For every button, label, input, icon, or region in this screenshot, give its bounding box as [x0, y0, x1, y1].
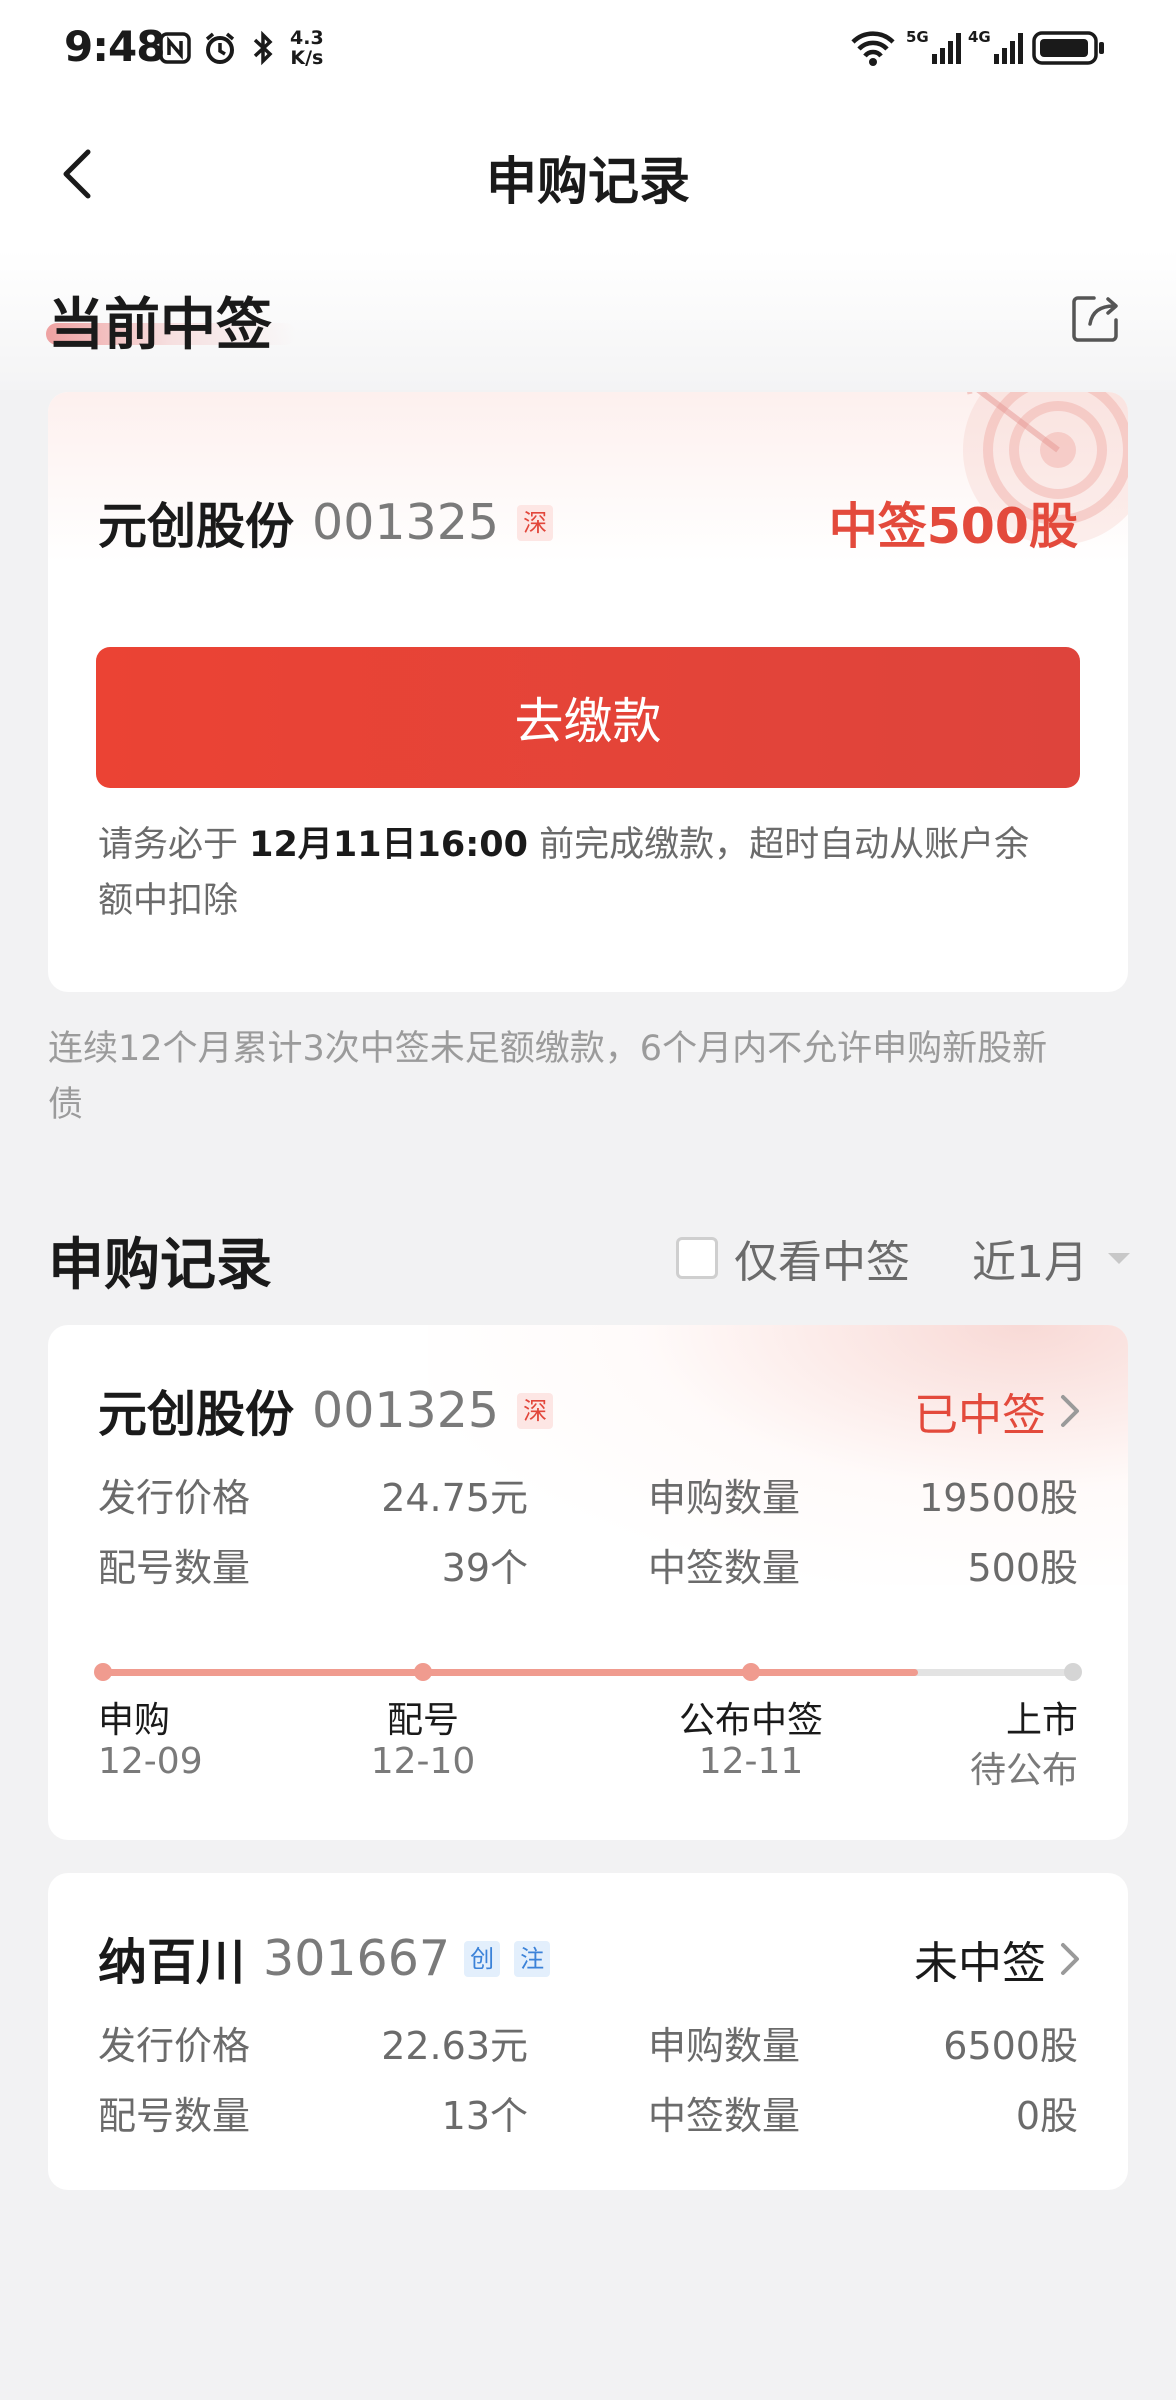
- stock-code: 001325: [312, 494, 500, 551]
- timeline-dot: [414, 1663, 432, 1681]
- record-stock-row: 纳百川 301667 创 注: [98, 1923, 551, 1994]
- only-won-label: 仅看中签: [734, 1237, 910, 1288]
- signal-5g-icon: 5G: [906, 28, 962, 68]
- current-stock-row: 元创股份 001325 深: [98, 487, 554, 558]
- triangle-down-icon: [1108, 1253, 1130, 1264]
- wifi-icon: [850, 28, 896, 68]
- payment-deadline: 12月11日16:00: [249, 825, 528, 865]
- market-tag: 创: [464, 1940, 501, 1977]
- registration-tag: 注: [514, 1940, 551, 1977]
- chevron-right-icon: [1061, 1943, 1079, 1975]
- subscribe-qty: 6500股: [943, 2024, 1078, 2068]
- signal-4g-icon: 4G: [968, 28, 1024, 68]
- timeline-step-date: 12-09: [98, 1741, 203, 1782]
- timeline-dot: [1064, 1663, 1082, 1681]
- record-status[interactable]: 已中签: [914, 1379, 1084, 1443]
- subscribe-qty-label: 申购数量: [648, 2024, 801, 2068]
- win-qty: 0股: [1015, 2094, 1078, 2138]
- battery-icon: [1032, 28, 1106, 68]
- stock-code: 301667: [263, 1930, 451, 1987]
- allot-count: 39个: [441, 1546, 528, 1590]
- status-label: 未中签: [914, 1938, 1046, 1989]
- win-qty: 500股: [967, 1546, 1078, 1590]
- nfc-icon: [158, 28, 192, 68]
- period-dropdown[interactable]: 近1月: [972, 1226, 1132, 1290]
- timeline-step-label: 配号: [386, 1700, 459, 1741]
- issue-price-label: 发行价格: [98, 2024, 251, 2068]
- payment-warning-note: 连续12个月累计3次中签未足额缴款，6个月内不允许申购新股新 债: [48, 1029, 1048, 1125]
- allot-count: 13个: [441, 2094, 528, 2138]
- timeline-step-label: 公布中签: [678, 1700, 823, 1741]
- bluetooth-icon: [250, 28, 276, 68]
- win-shares: 中签500股: [828, 498, 1078, 555]
- only-won-checkbox[interactable]: [676, 1237, 718, 1279]
- record-card-2[interactable]: 纳百川 301667 创 注 未中签 发行价格 22.63元 申购数量 6500…: [48, 1873, 1128, 2190]
- share-button[interactable]: [1066, 288, 1126, 348]
- timeline-step-date: 12-11: [698, 1741, 804, 1782]
- timeline-step-date: 12-10: [370, 1741, 476, 1782]
- win-qty-label: 中签数量: [648, 2094, 801, 2138]
- timeline-step-date: 待公布: [969, 1750, 1078, 1791]
- timeline-step-label: 上市: [1005, 1700, 1078, 1741]
- stock-name: 纳百川: [98, 1934, 246, 1991]
- payment-notice: 请务必于 12月11日16:00 前完成缴款，超时自动从账户余 额中扣除: [98, 825, 1030, 921]
- period-label: 近1月: [972, 1237, 1088, 1288]
- network-speed: 4.3 K/s: [290, 27, 324, 69]
- status-label: 已中签: [914, 1390, 1046, 1441]
- stock-code: 001325: [312, 1382, 500, 1439]
- subscribe-qty-label: 申购数量: [648, 1476, 801, 1520]
- records-title: 申购记录: [48, 1233, 272, 1298]
- timeline-step-label: 申购: [98, 1700, 171, 1741]
- share-icon: [1072, 296, 1118, 342]
- current-win-title: 当前中签: [48, 293, 272, 358]
- pay-button[interactable]: 去缴款: [96, 647, 1080, 788]
- timeline-dot: [94, 1663, 112, 1681]
- chevron-right-icon: [1061, 1395, 1079, 1427]
- allot-count-label: 配号数量: [98, 1546, 251, 1590]
- alarm-icon: [202, 28, 238, 68]
- svg-text:5G: 5G: [906, 28, 929, 46]
- timeline-dot: [742, 1663, 760, 1681]
- record-status[interactable]: 未中签: [914, 1927, 1084, 1991]
- market-tag: 深: [517, 504, 554, 541]
- allot-count-label: 配号数量: [98, 2094, 251, 2138]
- page-title: 申购记录: [485, 153, 690, 212]
- win-qty-label: 中签数量: [648, 1546, 801, 1590]
- stock-name: 元创股份: [98, 1386, 295, 1443]
- issue-price-label: 发行价格: [98, 1476, 251, 1520]
- issue-price: 24.75元: [381, 1476, 528, 1520]
- status-time: 9:48: [64, 22, 165, 71]
- issue-price: 22.63元: [381, 2024, 528, 2068]
- market-tag: 深: [517, 1392, 554, 1429]
- record-stock-row: 元创股份 001325 深: [98, 1375, 554, 1446]
- record-card-1[interactable]: 元创股份 001325 深 已中签 发行价格 24.75元 申购数量 19500…: [48, 1325, 1128, 1840]
- svg-text:4G: 4G: [968, 28, 991, 46]
- only-won-filter[interactable]: 仅看中签: [676, 1226, 910, 1290]
- timeline-progress: [103, 1669, 918, 1676]
- stock-name: 元创股份: [98, 498, 295, 555]
- subscribe-qty: 19500股: [919, 1476, 1078, 1520]
